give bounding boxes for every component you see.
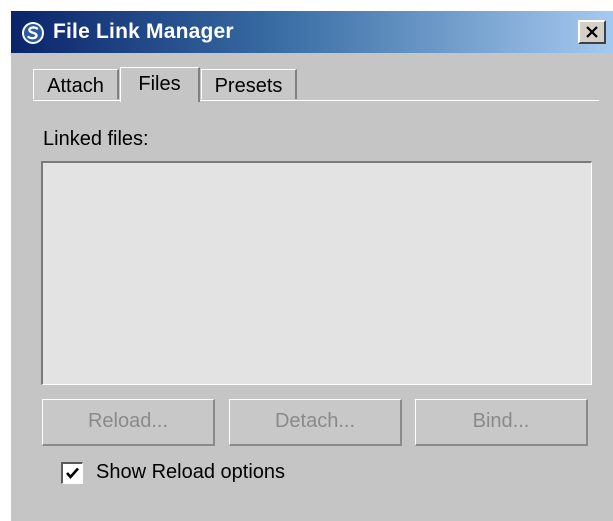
tab-strip-divider [33,100,599,101]
tab-files[interactable]: Files [120,67,200,102]
bind-button[interactable]: Bind... [415,399,588,446]
show-reload-options-checkbox[interactable] [61,462,83,484]
title-bar[interactable]: File Link Manager [11,11,613,53]
tab-attach[interactable]: Attach [33,69,119,99]
app-logo-icon [22,22,44,44]
file-link-manager-window: File Link Manager Attach Files Presets L… [10,10,613,521]
linked-files-label: Linked files: [43,128,149,150]
reload-button[interactable]: Reload... [42,399,215,446]
close-icon [586,26,598,38]
tab-presets-label: Presets [214,75,283,97]
close-button[interactable] [578,20,606,44]
show-reload-options-label[interactable]: Show Reload options [96,461,285,484]
tab-presets[interactable]: Presets [201,69,297,99]
window-title: File Link Manager [53,20,234,43]
tab-attach-label: Attach [47,75,104,97]
linked-files-list[interactable] [41,161,592,385]
detach-button[interactable]: Detach... [229,399,402,446]
tab-files-label: Files [138,73,181,95]
checkmark-icon [66,467,79,479]
